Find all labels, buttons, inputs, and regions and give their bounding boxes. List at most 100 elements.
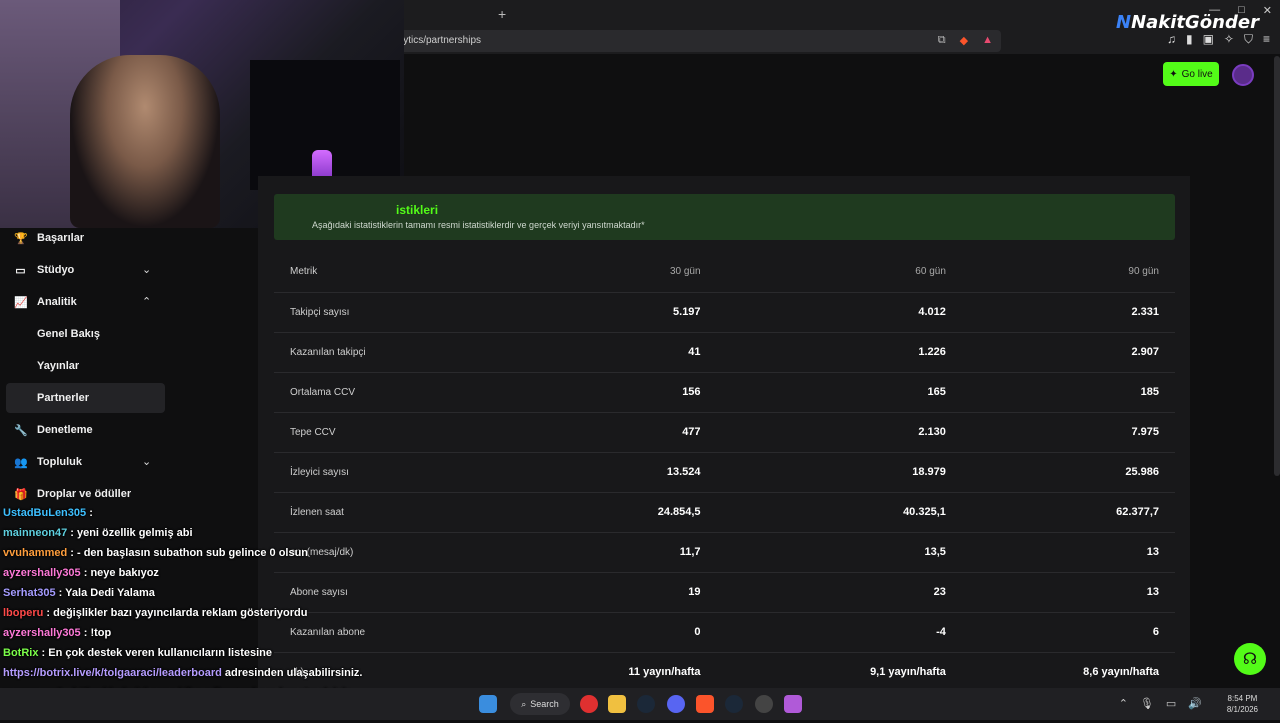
- file-explorer-icon[interactable]: [608, 695, 626, 713]
- steam-icon[interactable]: [637, 695, 655, 713]
- wrench-icon: 🔧: [14, 424, 28, 437]
- app-icon-1[interactable]: [580, 695, 598, 713]
- metric-value: 2.907: [945, 332, 1175, 373]
- metric-value: 165: [700, 372, 946, 413]
- brave-rewards-icon[interactable]: ▲: [982, 34, 993, 47]
- wallet-icon[interactable]: ▣: [1203, 32, 1214, 47]
- metric-value: 185: [945, 372, 1175, 413]
- metric-value: 11 yayın/hafta: [538, 652, 701, 693]
- metric-value: 0: [538, 612, 701, 653]
- chat-text: : yeni özellik gelmiş abi: [70, 527, 193, 539]
- windows-start-icon[interactable]: [479, 695, 497, 713]
- metric-value: 13,5: [700, 532, 946, 573]
- menu-icon[interactable]: ≡: [1263, 32, 1270, 47]
- headset-icon: ☊: [1242, 651, 1258, 668]
- avatar[interactable]: [1232, 64, 1254, 86]
- page-scrollbar[interactable]: [1274, 56, 1280, 476]
- chat-text: : Yala Dedi Yalama: [58, 587, 155, 599]
- go-live-button[interactable]: ✦ Go live: [1163, 62, 1219, 86]
- streamer-figure: [70, 55, 220, 228]
- metric-label: Takipçi sayısı: [274, 292, 539, 333]
- sidebar-item-denetleme[interactable]: 🔧 Denetleme: [14, 416, 93, 444]
- url-text: lytics/partnerships: [401, 35, 482, 46]
- translate-icon[interactable]: ⧉: [938, 34, 946, 47]
- sidebar-item-topluluk[interactable]: 👥 Topluluk: [14, 448, 82, 476]
- media-icon[interactable]: ♫: [1167, 32, 1176, 47]
- chevron-up-icon[interactable]: ⌃: [142, 295, 151, 308]
- chat-text: : neye bakıyoz: [83, 567, 159, 579]
- metric-value: 8,6 yayın/hafta: [945, 652, 1175, 693]
- metric-label: Tepe CCV: [274, 412, 539, 453]
- metric-value: 9,1 yayın/hafta: [700, 652, 946, 693]
- gift-icon: 🎁: [14, 488, 28, 501]
- system-tray: ⌃ 🎙 ▭ 🔊: [1119, 697, 1202, 710]
- microphone-tray-icon[interactable]: 🎙: [1140, 697, 1154, 710]
- close-button[interactable]: ✕: [1263, 4, 1272, 17]
- chat-username[interactable]: Serhat305: [3, 587, 56, 599]
- metric-label: İzleyici sayısı: [274, 452, 539, 493]
- chat-username[interactable]: mainneon47: [3, 527, 67, 539]
- metric-value: 4.012: [700, 292, 946, 333]
- sidebar-toggle-icon[interactable]: ▮: [1186, 32, 1193, 47]
- sidebar-item-partnerler[interactable]: Partnerler: [37, 392, 89, 404]
- speaker-icon[interactable]: 🔊: [1188, 697, 1202, 710]
- metric-value: 41: [538, 332, 701, 373]
- sidebar-item-studyo[interactable]: ▭ Stüdyo: [14, 256, 74, 284]
- sidebar-item-yayinlar[interactable]: Yayınlar: [37, 360, 79, 372]
- metric-value: 2.331: [945, 292, 1175, 333]
- steam-icon-2[interactable]: [725, 695, 743, 713]
- chat-message: lboperu : değişlikler bazı yayıncılarda …: [0, 603, 420, 623]
- network-icon[interactable]: ▭: [1166, 697, 1176, 710]
- metric-label: Kazanılan takipçi: [274, 332, 539, 373]
- brave-icon[interactable]: [696, 695, 714, 713]
- metric-value: 2.130: [700, 412, 946, 453]
- discord-icon[interactable]: [667, 695, 685, 713]
- chat-username[interactable]: vvuhammed: [3, 547, 67, 559]
- metric-label: Ortalama CCV: [274, 372, 539, 413]
- chat-username[interactable]: ayzershally305: [3, 567, 81, 579]
- taskbar-search[interactable]: ⌕ Search: [510, 693, 570, 715]
- metric-value: 6: [945, 612, 1175, 653]
- brave-shield-icon[interactable]: ◆: [960, 34, 968, 47]
- page-title: istikleri: [396, 203, 439, 217]
- app-icon-purple[interactable]: [784, 695, 802, 713]
- extensions-icon[interactable]: ✧: [1224, 32, 1234, 47]
- chat-overlay: UstadBuLen305 : mainneon47 : yeni özellik…: [0, 503, 420, 719]
- url-input[interactable]: lytics/partnerships ⧉ ◆ ▲: [395, 30, 1001, 52]
- new-tab-button[interactable]: +: [498, 6, 506, 22]
- chat-username[interactable]: BotRix: [3, 647, 38, 659]
- metric-value: 477: [538, 412, 701, 453]
- metric-value: 18.979: [700, 452, 946, 493]
- sidebar-item-genel-bakis[interactable]: Genel Bakış: [37, 328, 100, 340]
- support-button[interactable]: ☊: [1234, 643, 1266, 675]
- metric-value: 5.197: [538, 292, 701, 333]
- chat-message: ayzershally305 : !top: [0, 623, 420, 643]
- chevron-down-icon[interactable]: ⌄: [142, 263, 151, 276]
- metric-value: 13: [945, 532, 1175, 573]
- vpn-icon[interactable]: ⛉: [1244, 32, 1253, 47]
- column-header-90: 90 gün: [945, 252, 1175, 293]
- chat-username[interactable]: UstadBuLen305: [3, 507, 86, 519]
- taskbar-clock[interactable]: 8:54 PM 8/1/2026: [1227, 693, 1258, 715]
- chat-username[interactable]: ayzershally305: [3, 627, 81, 639]
- chevron-down-icon[interactable]: ⌄: [142, 455, 151, 468]
- metric-value: 40.325,1: [700, 492, 946, 533]
- search-icon: ⌕: [521, 698, 527, 709]
- chat-message: UstadBuLen305 :: [0, 503, 420, 523]
- chat-message: BotRix : En çok destek veren kullanıcıla…: [0, 643, 420, 663]
- chat-message: mainneon47 : yeni özellik gelmiş abi: [0, 523, 420, 543]
- studio-icon: ▭: [15, 264, 26, 277]
- sidebar-item-analitik[interactable]: 📈 Analitik: [14, 288, 77, 316]
- chat-username[interactable]: lboperu: [3, 607, 43, 619]
- chat-text: :: [89, 507, 93, 519]
- metric-value: 19: [538, 572, 701, 613]
- chat-username[interactable]: https://botrix.live/k/tolgaaraci/leaderb…: [3, 667, 222, 679]
- metric-value: 1.226: [700, 332, 946, 373]
- chevron-up-icon[interactable]: ⌃: [1119, 697, 1128, 710]
- chat-message: https://botrix.live/k/tolgaaraci/leaderb…: [0, 663, 420, 683]
- obs-icon[interactable]: [755, 695, 773, 713]
- sidebar-item-basarilar[interactable]: 🏆 Başarılar: [14, 224, 84, 252]
- chat-text: : !top: [83, 627, 112, 639]
- nakitgonder-logo: NNakitGönder: [1116, 12, 1259, 33]
- banner-subtitle: Aşağıdaki istatistiklerin tamamı resmi i…: [312, 220, 645, 230]
